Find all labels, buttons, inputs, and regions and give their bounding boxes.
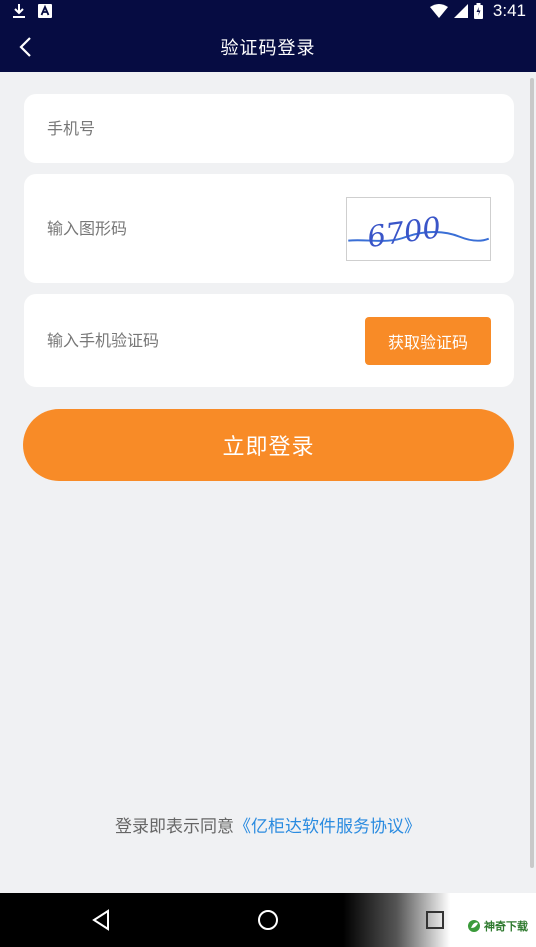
status-bar-left <box>12 3 52 19</box>
status-time: 3:41 <box>492 1 526 20</box>
agreement-text: 登录即表示同意《亿柜达软件服务协议》 <box>0 812 536 837</box>
sms-code-input[interactable] <box>47 331 307 350</box>
status-bar: 3:41 <box>0 0 536 22</box>
phone-input[interactable] <box>47 119 307 138</box>
wifi-icon <box>429 4 448 18</box>
battery-icon <box>473 3 483 19</box>
login-button[interactable]: 立即登录 <box>23 409 514 481</box>
captcha-card: 6700 <box>24 174 514 283</box>
agreement-link[interactable]: 《亿柜达软件服务协议》 <box>234 817 421 837</box>
captcha-text: 6700 <box>365 210 443 254</box>
back-triangle-icon <box>92 909 109 931</box>
signal-icon <box>453 4 468 18</box>
system-nav-bar <box>0 893 536 947</box>
status-bar-right: 3:41 <box>429 1 526 21</box>
back-chevron-icon <box>19 37 31 57</box>
back-button[interactable] <box>10 32 40 62</box>
phone-card <box>24 94 514 163</box>
watermark: 神奇下载 <box>467 918 528 934</box>
watermark-text: 神奇下载 <box>484 920 528 933</box>
get-code-button[interactable]: 获取验证码 <box>365 316 491 365</box>
nav-home-button[interactable] <box>253 905 283 935</box>
sms-card: 获取验证码 <box>24 294 514 387</box>
download-icon <box>12 3 26 19</box>
agreement-prefix: 登录即表示同意 <box>115 817 234 837</box>
leaf-logo-icon <box>468 920 480 932</box>
captcha-input[interactable] <box>47 219 307 238</box>
captcha-image[interactable]: 6700 <box>346 196 491 261</box>
nav-back-button[interactable] <box>86 905 116 935</box>
page-title: 验证码登录 <box>220 38 316 59</box>
recents-square-icon <box>426 911 444 929</box>
notification-a-icon <box>38 4 52 18</box>
scrollbar[interactable] <box>530 78 534 868</box>
home-circle-icon <box>258 910 278 930</box>
nav-recents-button[interactable] <box>420 905 450 935</box>
app-header: 验证码登录 <box>0 22 536 72</box>
